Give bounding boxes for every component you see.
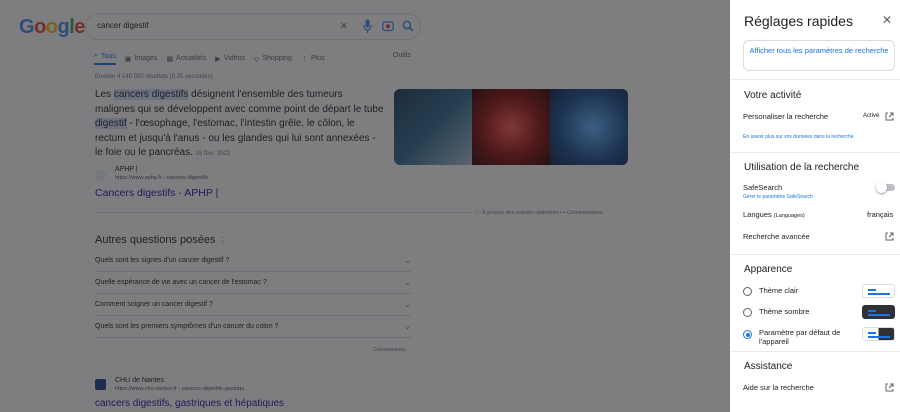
tab-actualites[interactable]: ▦ Actualités [166, 52, 206, 65]
all-settings-button[interactable]: Afficher tous les paramètres de recherch… [743, 40, 895, 71]
device-theme-preview[interactable] [862, 327, 895, 341]
divider [730, 254, 900, 255]
quick-settings-panel: Réglages rapides ✕ Afficher tous les par… [730, 0, 900, 412]
languages-value[interactable]: français [867, 210, 893, 219]
divider [730, 152, 900, 153]
learn-more-link[interactable]: En savoir plus sur vos données dans la r… [743, 134, 854, 140]
more-icon: ⋮ [300, 55, 308, 63]
video-icon: ▶ [215, 55, 221, 63]
search-tabs: ⌕ Tous ▣ Images ▦ Actualités ▶ Vidéos ◇ Shopp… [94, 52, 325, 65]
divider [730, 79, 900, 80]
device-theme-label[interactable]: Paramètre par défaut de l'appareil [759, 328, 851, 346]
search-input[interactable]: cancer digestif [97, 21, 149, 30]
image-icon: ▣ [124, 55, 132, 63]
radio-device-theme[interactable] [743, 330, 752, 339]
section-usage: Utilisation de la recherche [744, 162, 860, 173]
external-link-icon[interactable] [885, 112, 894, 121]
personalize-label[interactable]: Personaliser la recherche [743, 112, 828, 121]
about-snippet-row: ⓘ À propos des extraits optimisés • ▪ Co… [95, 207, 628, 217]
section-activity: Votre activité [744, 90, 802, 101]
anatomy-image-2[interactable] [472, 89, 550, 165]
result-title-aphp[interactable]: Cancers digestifs - APHP | [95, 187, 218, 199]
external-link-icon[interactable] [885, 232, 894, 241]
panel-title: Réglages rapides [744, 13, 853, 29]
safesearch-toggle[interactable] [876, 182, 895, 193]
feedback-link[interactable]: Commentaires [567, 210, 603, 216]
tab-images[interactable]: ▣ Images [125, 52, 158, 65]
info-icon: ⓘ [475, 210, 481, 216]
snippet-date: 16 févr. 2022 [195, 151, 231, 157]
search-icon[interactable] [402, 20, 414, 32]
paa-question[interactable]: Quelle espérance de vie avec un cancer d… [95, 272, 411, 294]
paa-list: Quels sont les signes d'un cancer digest… [95, 250, 411, 338]
chevron-down-icon: ⌄ [404, 256, 411, 265]
result-title-chu[interactable]: cancers digestifs, gastriques et hépatiq… [95, 398, 284, 409]
paa-title: Autres questions posées ⋮ [95, 234, 227, 246]
tools-button[interactable]: Outils [393, 52, 411, 59]
external-link-icon[interactable] [885, 383, 894, 392]
news-icon: ▦ [166, 55, 173, 63]
radio-dark-theme[interactable] [743, 308, 752, 317]
tab-plus[interactable]: ⋮ Plus [301, 52, 325, 65]
tag-icon: ◇ [253, 55, 260, 63]
search-box[interactable]: cancer digestif × [85, 13, 421, 40]
section-appearance: Apparence [744, 264, 793, 275]
radio-light-theme[interactable] [743, 287, 752, 296]
anatomy-image-1[interactable] [394, 89, 472, 165]
anatomy-image-3[interactable] [550, 89, 628, 165]
tab-shopping[interactable]: ◇ Shopping [254, 52, 292, 65]
mic-icon[interactable] [363, 19, 372, 34]
feedback-icon: ▪ [563, 210, 566, 216]
clear-icon[interactable]: × [340, 18, 348, 33]
tab-videos[interactable]: ▶ Vidéos [215, 52, 245, 65]
safesearch-manage-link[interactable]: Gérer le paramètre SafeSearch [743, 194, 813, 200]
more-icon[interactable]: ⋮ [219, 236, 227, 245]
favicon-icon [95, 379, 106, 390]
paa-question[interactable]: Quels sont les premiers symptômes d'un c… [95, 316, 411, 338]
search-icon: ⌕ [94, 52, 98, 59]
close-icon[interactable]: ✕ [882, 13, 892, 27]
camera-icon[interactable] [382, 20, 394, 32]
chevron-down-icon: ⌄ [404, 300, 411, 309]
dark-theme-preview[interactable] [862, 305, 895, 319]
featured-snippet: Les cancers digestifs désignent l'ensemb… [95, 89, 384, 158]
divider [730, 351, 900, 352]
chevron-down-icon: ⌄ [404, 322, 411, 331]
paa-feedback-link[interactable]: Commentaires [373, 347, 406, 353]
tab-tous[interactable]: ⌕ Tous [94, 52, 116, 65]
paa-question[interactable]: Quels sont les signes d'un cancer digest… [95, 250, 411, 272]
snippet-images[interactable] [394, 89, 628, 165]
advanced-search-label[interactable]: Recherche avancée [743, 232, 810, 241]
google-logo[interactable]: Google [19, 16, 85, 39]
personalize-value: Activé [863, 113, 880, 119]
favicon-icon [95, 170, 106, 181]
light-theme-label[interactable]: Thème clair [759, 286, 798, 295]
help-label[interactable]: Aide sur la recherche [743, 383, 814, 392]
divider [95, 212, 470, 213]
section-assistance: Assistance [744, 361, 793, 372]
safesearch-label: SafeSearch [743, 183, 783, 192]
languages-row[interactable]: Langues (Languages) [743, 210, 805, 219]
dark-theme-label[interactable]: Thème sombre [759, 307, 809, 316]
chevron-down-icon: ⌄ [404, 278, 411, 287]
about-snippets-link[interactable]: À propos des extraits optimisés [482, 210, 558, 216]
toggle-knob [876, 182, 887, 193]
paa-question[interactable]: Comment soigner un cancer digestif ? ⌄ [95, 294, 411, 316]
result-count: Environ 4 140 000 résultats (0,25 second… [95, 74, 213, 80]
light-theme-preview[interactable] [862, 284, 895, 298]
